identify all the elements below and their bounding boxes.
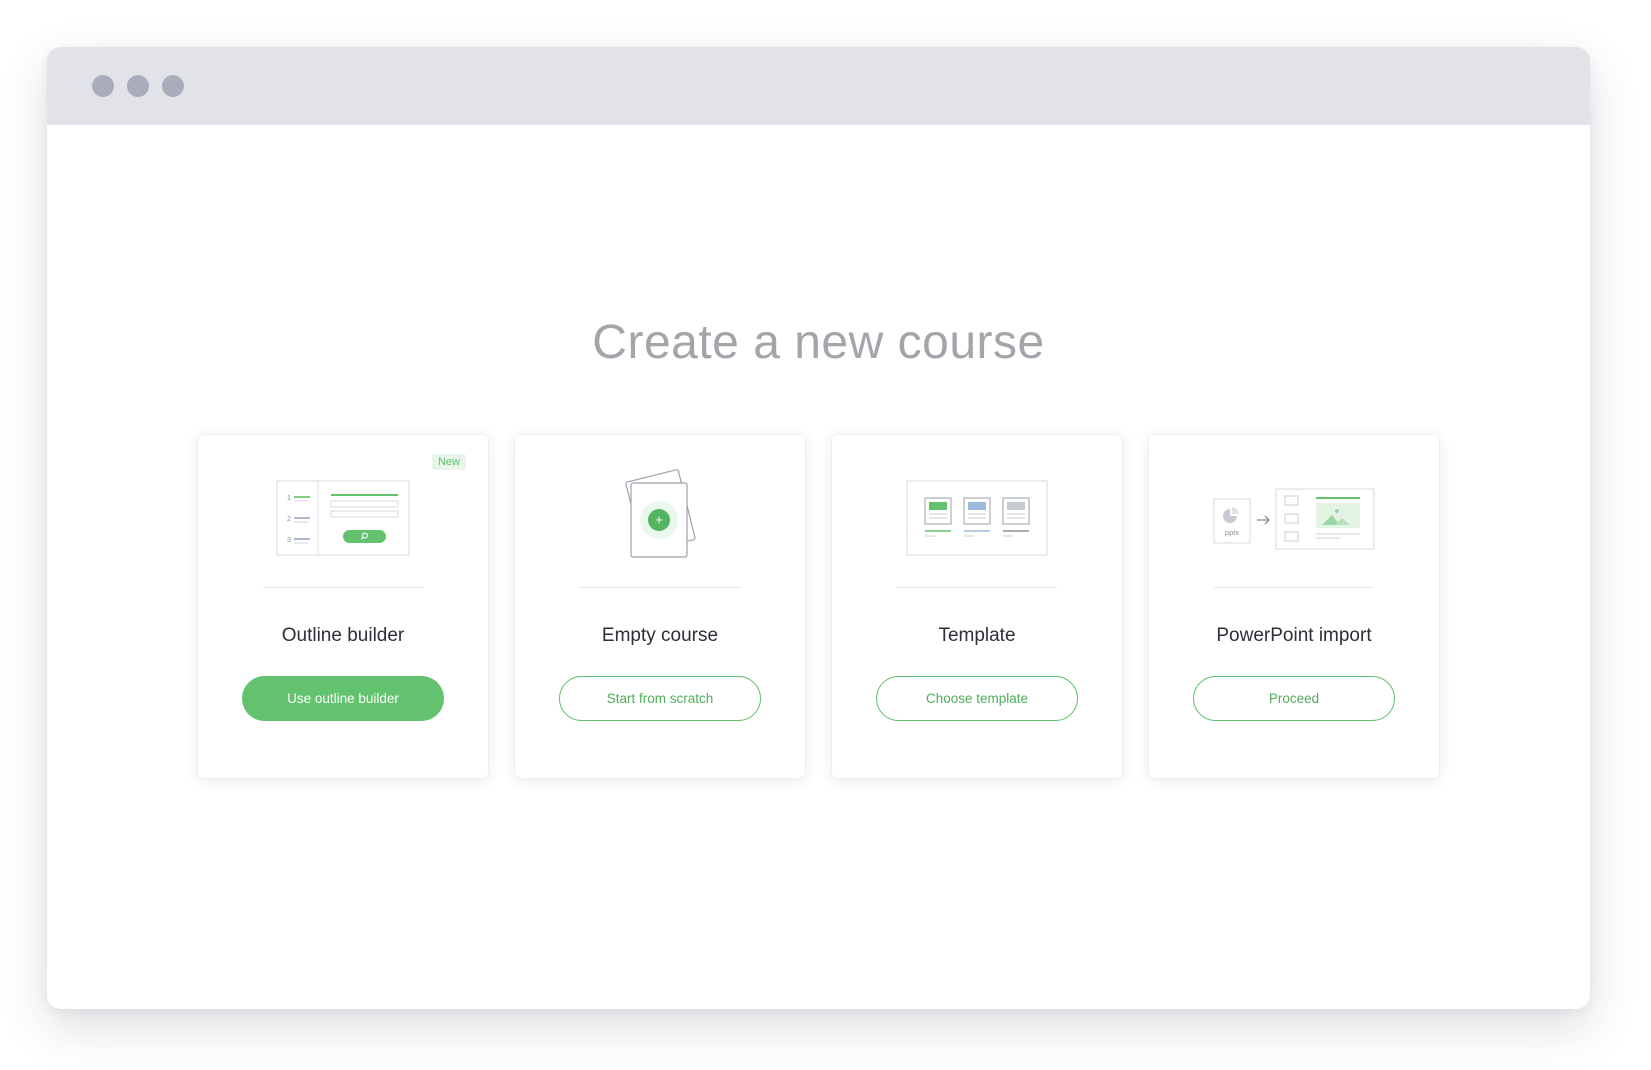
card-outline-builder: New 1 2 3 Outline builder Use outline bu…	[198, 435, 488, 778]
card-template: Template Choose template	[832, 435, 1122, 778]
start-from-scratch-button[interactable]: Start from scratch	[559, 676, 761, 721]
browser-window: Create a new course New 1 2 3 Outline bu…	[47, 47, 1590, 1009]
outline-number: 1	[287, 495, 291, 502]
card-title: PowerPoint import	[1216, 625, 1372, 646]
window-titlebar	[47, 47, 1590, 125]
use-outline-builder-button[interactable]: Use outline builder	[242, 676, 444, 721]
card-empty-course: + Empty course Start from scratch	[515, 435, 805, 778]
window-close-dot[interactable]	[92, 75, 114, 97]
pptx-label: pptx	[1225, 528, 1239, 537]
empty-course-icon: +	[625, 469, 696, 558]
template-icon	[906, 480, 1048, 556]
outline-builder-icon: 1 2 3	[276, 480, 410, 556]
window-maximize-dot[interactable]	[162, 75, 184, 97]
proceed-button[interactable]: Proceed	[1193, 676, 1395, 721]
new-badge: New	[431, 454, 466, 470]
page-title: Create a new course	[592, 316, 1045, 369]
card-divider	[897, 587, 1057, 588]
card-divider	[1214, 587, 1374, 588]
choose-template-button[interactable]: Choose template	[876, 676, 1078, 721]
window-minimize-dot[interactable]	[127, 75, 149, 97]
outline-number: 3	[287, 537, 291, 544]
plus-icon: +	[655, 512, 663, 527]
card-divider	[263, 587, 423, 588]
card-powerpoint-import: pptx PowerPoint import Proceed	[1149, 435, 1439, 778]
card-title: Outline builder	[281, 625, 405, 646]
card-divider	[580, 587, 740, 588]
powerpoint-import-icon: pptx	[1213, 488, 1375, 550]
card-title: Empty course	[601, 625, 719, 646]
card-title: Template	[938, 625, 1016, 646]
course-options: New 1 2 3 Outline builder Use outline bu…	[198, 435, 1439, 778]
outline-number: 2	[287, 516, 291, 523]
